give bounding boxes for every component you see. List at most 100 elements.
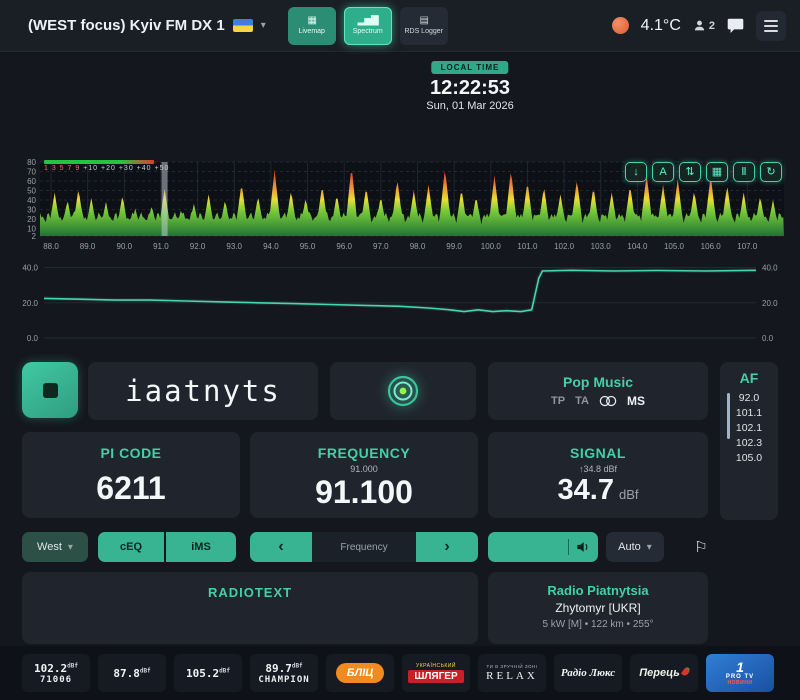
tune-down-button[interactable]: ‹ <box>250 532 312 562</box>
refresh-button[interactable]: ↻ <box>760 162 782 182</box>
antenna-select[interactable]: West ▾ <box>22 532 88 562</box>
chat-icon <box>727 18 744 33</box>
audio-card[interactable] <box>330 362 476 420</box>
frequency-value: 91.100 <box>250 474 478 511</box>
svg-text:40.0: 40.0 <box>762 264 778 273</box>
frequency-label: FREQUENCY <box>250 445 478 461</box>
autoscale-button[interactable]: A <box>652 162 674 182</box>
local-date: Sun, 01 Mar 2026 <box>426 100 513 112</box>
svg-text:80: 80 <box>27 158 36 167</box>
report-flag-button[interactable]: ⚐ <box>688 534 714 560</box>
rds-logger-button-icon: ▤ <box>419 16 427 26</box>
local-time-badge: LOCAL TIME <box>432 61 509 74</box>
server-title: (WEST focus) Kyiv FM DX 1 <box>28 17 225 34</box>
station-location: Zhytomyr [UKR] <box>488 601 708 615</box>
preset-10[interactable]: 1PRO TVНОВИНИ <box>706 654 774 692</box>
preset-2[interactable]: 87.8dBf <box>98 654 166 692</box>
auto-mode-value: Auto <box>618 541 641 553</box>
ceq-button[interactable]: cEQ <box>98 532 164 562</box>
preset-1[interactable]: 102.2dBf71006 <box>22 654 90 692</box>
svg-text:30: 30 <box>27 205 36 214</box>
stop-icon <box>43 383 58 398</box>
af-header: AF <box>720 370 778 386</box>
ims-button[interactable]: iMS <box>166 532 236 562</box>
svg-text:102.0: 102.0 <box>554 242 575 251</box>
ms-flag: MS <box>627 394 645 408</box>
station-card: Radio Piatnytsia Zhytomyr [UKR] 5 kW [M]… <box>488 572 708 644</box>
chevron-down-icon: ▾ <box>647 542 652 553</box>
rds-logger-button-label: RDS Logger <box>404 28 443 35</box>
rds-flags: TP TA MS <box>551 394 645 408</box>
preset-8[interactable]: Радіо Люкс <box>554 654 622 692</box>
antenna-value: West <box>37 541 62 553</box>
swap-axis-button[interactable]: ⇅ <box>679 162 701 182</box>
livemap-button-label: Livemap <box>298 28 324 35</box>
svg-text:50: 50 <box>27 186 36 195</box>
preset-4[interactable]: 89.7dBfCHAMPION <box>250 654 318 692</box>
preset-6[interactable]: УКРАЇНСЬКИЙШЛЯГЕР <box>402 654 470 692</box>
svg-text:89.0: 89.0 <box>80 242 96 251</box>
chat-button[interactable] <box>727 18 744 33</box>
svg-text:95.0: 95.0 <box>300 242 316 251</box>
spectrum-toolbar: ↓A⇅▦Ⅱ↻ <box>625 162 782 182</box>
weather-icon <box>612 17 629 34</box>
svg-text:20: 20 <box>27 215 36 224</box>
legend-secondary: +10 +20 +30 +40 +50 <box>83 165 169 172</box>
volume-slider[interactable] <box>488 532 598 562</box>
volume-divider <box>568 539 569 555</box>
server-selector[interactable]: (WEST focus) Kyiv FM DX 1 ▾ <box>28 17 266 34</box>
pi-card: PI CODE 6211 <box>22 432 240 518</box>
svg-text:88.0: 88.0 <box>43 242 59 251</box>
nav-buttons: ▦ Livemap ▂▅▇Spectrum ▤ RDS Logger <box>288 7 448 45</box>
svg-text:106.0: 106.0 <box>701 242 722 251</box>
dsp-buttons: cEQ iMS <box>98 532 236 562</box>
chevron-down-icon: ▾ <box>261 20 266 31</box>
livemap-button-icon: ▦ <box>307 16 315 26</box>
legend-gradient-bar <box>44 160 154 164</box>
audio-playing-icon <box>385 373 421 409</box>
signal-graph: 40.040.020.020.00.00.0 <box>10 256 790 348</box>
legend-primary: 1 3 5 7 9 <box>44 165 80 172</box>
top-bar: (WEST focus) Kyiv FM DX 1 ▾ ▦ Livemap ▂▅▇S… <box>0 0 800 52</box>
menu-button[interactable] <box>756 11 786 41</box>
frequency-stepper: ‹ Frequency › <box>250 532 478 562</box>
af-card: AF 92.0101.1102.1102.3105.0 <box>720 362 778 520</box>
download-button[interactable]: ↓ <box>625 162 647 182</box>
af-item[interactable]: 105.0 <box>720 451 778 466</box>
graph-mode-button[interactable]: ▦ <box>706 162 728 182</box>
svg-text:100.0: 100.0 <box>481 242 502 251</box>
signal-card: SIGNAL ↑34.8 dBf 34.7dBf <box>488 432 708 518</box>
spectrum-button-icon: ▂▅▇ <box>358 16 378 26</box>
svg-text:40: 40 <box>27 196 36 205</box>
svg-text:97.0: 97.0 <box>373 242 389 251</box>
preset-3[interactable]: 105.2dBf <box>174 654 242 692</box>
signal-peak: ↑34.8 dBf <box>488 464 708 474</box>
local-time: 12:22:53 <box>426 77 513 100</box>
station-details: 5 kW [M] • 122 km • 255° <box>488 619 708 630</box>
svg-text:60: 60 <box>27 177 36 186</box>
svg-text:70: 70 <box>27 167 36 176</box>
presets-bar: 102.2dBf7100687.8dBf105.2dBf89.7dBfCHAMP… <box>0 646 800 700</box>
preset-5[interactable]: БЛІЦ <box>326 654 394 692</box>
radiotext-label: RADIOTEXT <box>22 585 478 600</box>
spectrum-panel: 1 3 5 7 9 +10 +20 +30 +40 +50 ↓A⇅▦Ⅱ↻ 807… <box>10 156 790 256</box>
svg-text:101.0: 101.0 <box>517 242 538 251</box>
fm-dx-app: (WEST focus) Kyiv FM DX 1 ▾ ▦Livemap▂▅▇S… <box>0 0 800 700</box>
speaker-icon <box>576 541 590 553</box>
signal-graph-panel: 40.040.020.020.00.00.0 <box>10 256 790 352</box>
pty-label: Pop Music <box>563 374 633 390</box>
tune-up-button[interactable]: › <box>416 532 478 562</box>
preset-7[interactable]: ТИ В ЗРУЧНІЙ ЗОНІRELAX <box>478 654 546 692</box>
rds-logger-button[interactable]: ▤ RDS Logger <box>400 7 448 45</box>
signal-value: 34.7 <box>558 474 614 506</box>
spectrum-button[interactable]: ▂▅▇Spectrum <box>344 7 392 45</box>
svg-text:0.0: 0.0 <box>27 334 39 343</box>
auto-mode-select[interactable]: Auto ▾ <box>606 532 664 562</box>
af-scrollbar[interactable] <box>727 393 730 439</box>
svg-text:0.0: 0.0 <box>762 334 774 343</box>
pause-button[interactable]: Ⅱ <box>733 162 755 182</box>
play-stop-button[interactable] <box>22 362 78 418</box>
livemap-button[interactable]: ▦ Livemap <box>288 7 336 45</box>
preset-9[interactable]: Перець <box>630 654 698 692</box>
spectrum-legend: 1 3 5 7 9 +10 +20 +30 +40 +50 <box>44 160 169 172</box>
